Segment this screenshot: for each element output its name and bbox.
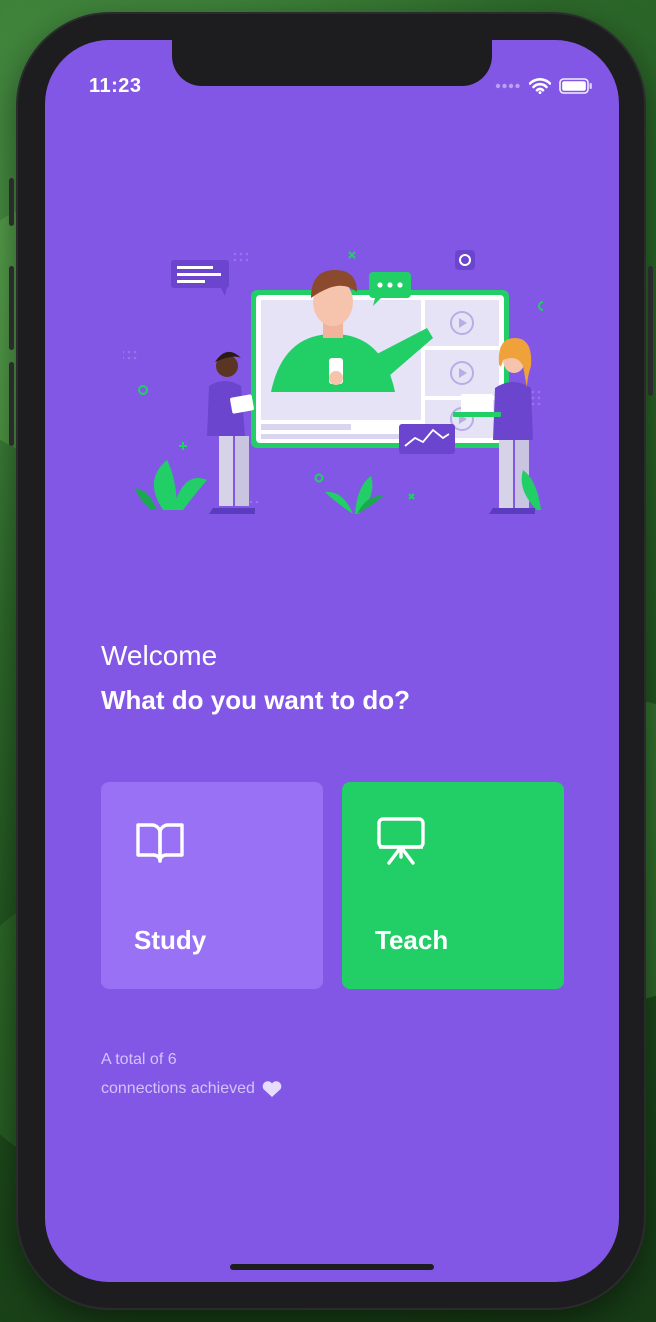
book-open-icon bbox=[136, 823, 184, 863]
home-indicator[interactable] bbox=[230, 1264, 434, 1270]
phone-frame: 11:23 Welcome What do you want to do? St… bbox=[9, 14, 653, 1308]
battery-icon bbox=[559, 78, 592, 94]
app-screen: 11:23 Welcome What do you want to do? St… bbox=[45, 40, 619, 1282]
connections-summary: A total of 6 connections achieved bbox=[101, 1045, 283, 1103]
welcome-text: Welcome bbox=[101, 640, 218, 671]
power-button bbox=[648, 266, 653, 396]
page-title: What do you want to do? bbox=[101, 685, 411, 715]
mute-switch bbox=[9, 178, 14, 226]
teach-button[interactable]: Teach bbox=[342, 782, 564, 989]
connections-line-2-row: connections achieved bbox=[101, 1074, 283, 1103]
wifi-icon bbox=[529, 78, 551, 94]
status-time: 11:23 bbox=[89, 75, 142, 97]
notch bbox=[172, 40, 492, 86]
volume-up-button bbox=[9, 266, 14, 350]
volume-down-button bbox=[9, 362, 14, 446]
heart-icon bbox=[262, 1080, 282, 1097]
teach-label: Teach bbox=[375, 925, 449, 955]
online-class-illustration bbox=[123, 250, 543, 514]
study-label: Study bbox=[134, 925, 207, 955]
status-icons bbox=[495, 78, 593, 94]
study-button[interactable]: Study bbox=[101, 782, 323, 989]
signal-icon bbox=[495, 83, 520, 89]
presentation-board-icon bbox=[377, 817, 425, 865]
connections-line-2: connections achieved bbox=[101, 1080, 255, 1097]
connections-line-1: A total of 6 bbox=[101, 1051, 177, 1068]
